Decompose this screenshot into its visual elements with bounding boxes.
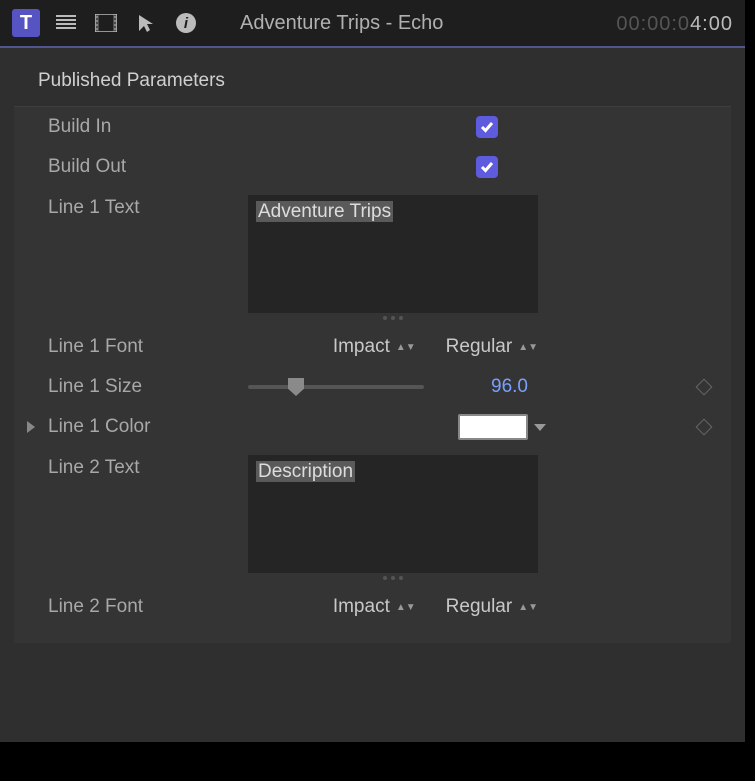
param-line2-font: Line 2 Font Impact ▲▼ Regular ▲▼ [14,587,731,627]
published-parameters-panel: Build In Build Out Line 1 Text [14,106,731,643]
build-in-label: Build In [48,116,248,138]
line1-color-label: Line 1 Color [48,416,248,438]
line1-text-label: Line 1 Text [48,195,248,219]
param-line1-text: Line 1 Text Adventure Trips [14,187,731,327]
line2-font-style-value: Regular [446,596,513,618]
param-line1-color: Line 1 Color [14,407,731,447]
line2-font-family-popup[interactable]: Impact ▲▼ [333,596,416,618]
build-out-checkbox[interactable] [476,156,498,178]
timecode: 00:00:04:00 [616,11,733,36]
build-in-checkbox[interactable] [476,116,498,138]
filmstrip-icon [95,14,117,32]
line2-text-label: Line 2 Text [48,455,248,479]
paragraph-icon [56,15,76,31]
section-title: Published Parameters [0,48,745,102]
tab-paragraph[interactable] [52,9,80,37]
resize-handle[interactable] [248,573,538,583]
timecode-bright: 4:00 [690,13,733,35]
line1-text-input[interactable]: Adventure Trips [248,195,538,313]
param-build-out: Build Out [14,147,731,187]
stepper-icon: ▲▼ [518,345,538,350]
param-line1-font: Line 1 Font Impact ▲▼ Regular ▲▼ [14,327,731,367]
slider-thumb[interactable] [288,378,304,396]
param-line2-text: Line 2 Text Description [14,447,731,587]
stepper-icon: ▲▼ [396,605,416,610]
line1-size-slider[interactable] [248,385,424,389]
keyframe-button[interactable] [696,379,713,396]
cursor-icon [137,13,155,33]
clip-title: Adventure Trips - Echo [200,12,616,35]
build-out-label: Build Out [48,156,248,178]
resize-handle[interactable] [248,313,538,323]
line2-font-style-popup[interactable]: Regular ▲▼ [446,596,538,618]
check-icon [480,161,494,173]
stepper-icon: ▲▼ [396,345,416,350]
titlebar: T i Adventure Trips - Echo 00:00:04:00 [0,0,745,46]
param-build-in: Build In [14,107,731,147]
tab-video[interactable] [92,9,120,37]
line2-text-input[interactable]: Description [248,455,538,573]
disclosure-triangle[interactable] [27,421,35,433]
line1-color-swatch[interactable] [458,414,528,440]
line1-font-label: Line 1 Font [48,336,248,358]
stepper-icon: ▲▼ [518,605,538,610]
timecode-dim: 00:00:0 [616,13,690,35]
text-icon: T [20,12,32,35]
line1-font-style-popup[interactable]: Regular ▲▼ [446,336,538,358]
tab-share[interactable] [132,9,160,37]
inspector-window: T i Adventure Trips - Echo 00:00:04:00 P… [0,0,745,742]
line2-font-label: Line 2 Font [48,596,248,618]
tab-info[interactable]: i [172,9,200,37]
line1-size-label: Line 1 Size [48,376,248,398]
check-icon [480,121,494,133]
param-line1-size: Line 1 Size 96.0 [14,367,731,407]
chevron-down-icon[interactable] [534,424,546,431]
line2-font-family-value: Impact [333,596,390,618]
line1-size-value[interactable]: 96.0 [448,376,528,398]
line1-font-family-popup[interactable]: Impact ▲▼ [333,336,416,358]
line1-font-style-value: Regular [446,336,513,358]
keyframe-button[interactable] [696,419,713,436]
line1-font-family-value: Impact [333,336,390,358]
info-icon: i [175,12,197,34]
tab-text[interactable]: T [12,9,40,37]
inspector-tabs: T i [12,9,200,37]
